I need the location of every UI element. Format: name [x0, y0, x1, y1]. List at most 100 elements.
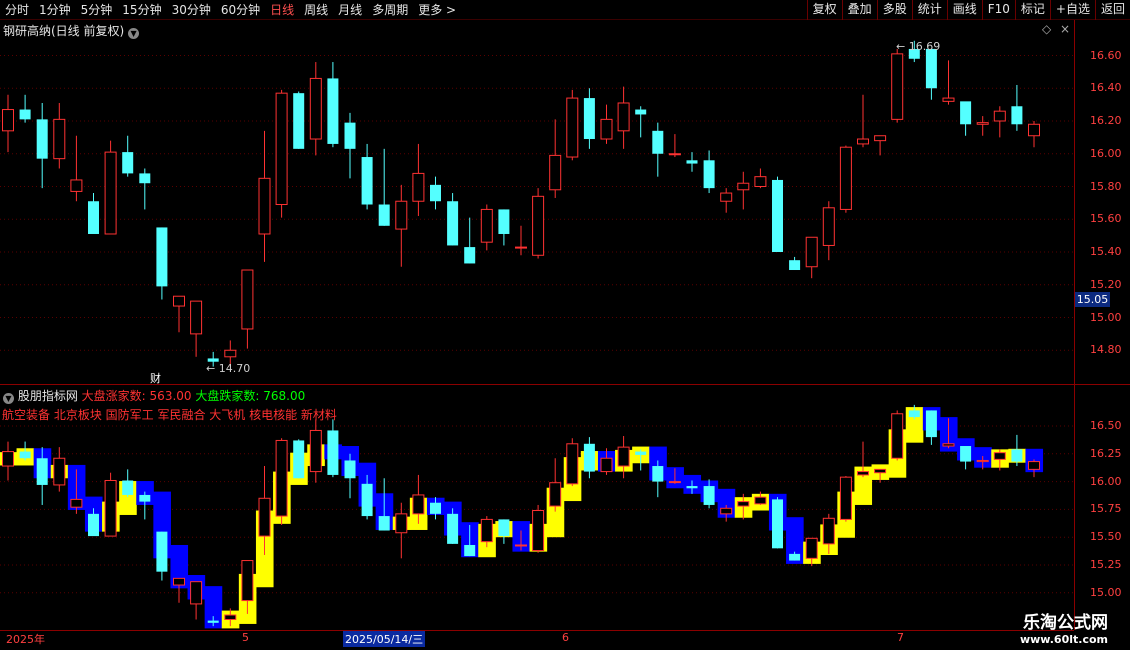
indicator-candle-body	[549, 482, 562, 507]
main-candle-body	[772, 179, 783, 252]
main-candle-body	[668, 153, 681, 156]
indicator-y-tick: 15.50	[1090, 530, 1122, 544]
indicator-candle-body	[515, 544, 527, 547]
indicator-candle-body	[703, 486, 715, 505]
indicator-candle-body	[173, 577, 185, 586]
main-candle-body	[789, 260, 801, 271]
main-candle-body	[309, 77, 322, 140]
indicator-candle-body	[925, 410, 937, 438]
indicator-candle-body	[720, 507, 733, 515]
indicator-candle-body	[19, 451, 31, 459]
tool-button-8[interactable]: 返回	[1094, 0, 1130, 20]
indicator-candle-body	[2, 451, 14, 467]
main-y-tick: 15.20	[1090, 277, 1122, 291]
main-candle-body	[549, 154, 562, 191]
indicator-candle-body	[789, 553, 801, 561]
main-candle-body	[361, 157, 373, 205]
main-candle-body	[754, 176, 767, 188]
indicator-candle-body	[293, 440, 305, 479]
main-candle-body	[88, 201, 99, 234]
kline-canvas[interactable]: ← 16.69 ← 14.70 财	[0, 0, 1074, 630]
main-y-tick: 15.80	[1090, 179, 1122, 193]
indicator-candle-body	[344, 460, 356, 479]
y-axis-line	[1074, 20, 1075, 630]
indicator-candle-body	[88, 513, 99, 537]
indicator-y-tick: 15.75	[1090, 502, 1122, 516]
indicator-candle-body	[190, 581, 203, 605]
indicator-candle-body	[960, 446, 972, 462]
main-candle-body	[515, 246, 527, 249]
main-candle-body	[395, 200, 408, 230]
main-candle-body	[378, 204, 390, 226]
main-candle-body	[19, 109, 31, 120]
panel-divider[interactable]	[0, 384, 1130, 385]
indicator-candle-body	[275, 439, 288, 517]
main-candle-body	[1028, 123, 1040, 137]
indicator-y-tick: 15.25	[1090, 558, 1122, 571]
indicator-candle-body	[976, 459, 989, 463]
high-price-label: ← 16.69	[896, 40, 940, 53]
indicator-candle-body	[70, 498, 83, 508]
indicator-candle-body	[822, 517, 835, 545]
main-candle-body	[241, 269, 254, 330]
main-candle-body	[942, 97, 955, 102]
indicator-y-tick: 16.50	[1090, 419, 1122, 432]
main-candle-body	[464, 247, 476, 264]
indicator-candle-body	[993, 452, 1006, 460]
main-candle-body	[293, 93, 305, 149]
main-candle-body	[480, 208, 493, 243]
x-label-year: 2025年	[6, 633, 45, 646]
indicator-candle-body	[464, 544, 476, 557]
indicator-candle-body	[241, 560, 254, 602]
indicator-candle-body	[1011, 449, 1023, 462]
indicator-candle-body	[754, 496, 767, 505]
x-axis: 2025年 5 2025/05/14/三 6 7	[0, 630, 1074, 647]
main-candle-body	[173, 295, 185, 307]
main-candle-body	[122, 152, 134, 174]
main-candle-body	[258, 177, 271, 235]
indicator-candle-body	[327, 430, 339, 475]
main-candle-body	[976, 122, 989, 125]
main-candle-body	[822, 207, 835, 246]
main-candle-body	[498, 209, 510, 234]
main-y-tick: 16.20	[1090, 114, 1122, 127]
main-y-tick: 15.40	[1090, 245, 1122, 258]
cursor-date: 2025/05/14/三	[343, 631, 426, 647]
indicator-candle-body	[617, 446, 630, 467]
main-candle-body	[891, 53, 904, 120]
main-candle-body	[156, 227, 168, 287]
indicator-candle-body	[839, 476, 852, 520]
main-candle-body	[617, 102, 630, 132]
main-candle-body	[960, 101, 972, 125]
indicator-candle-body	[652, 466, 664, 482]
indicator-candle-body	[53, 457, 66, 486]
main-candle-body	[805, 236, 818, 268]
indicator-candle-body	[447, 513, 459, 544]
main-candle-body	[635, 109, 647, 115]
indicator-candle-body	[532, 510, 545, 552]
x-label-may: 5	[242, 631, 249, 644]
main-candle-body	[1011, 106, 1023, 125]
main-candle-body	[720, 192, 733, 202]
main-candle-body	[275, 92, 288, 206]
indicator-candle-body	[378, 516, 390, 531]
main-candle-body	[327, 78, 339, 144]
current-price-tag: 15.05	[1075, 292, 1110, 307]
low-price-label: ← 14.70	[206, 362, 250, 375]
watermark-title: 乐淘公式网	[1023, 613, 1108, 633]
main-y-tick: 16.00	[1090, 146, 1122, 160]
indicator-candle-body	[772, 499, 783, 549]
watermark-url: www.60lt.com	[1019, 633, 1108, 646]
indicator-candle-body	[395, 513, 408, 534]
main-candle-body	[532, 195, 545, 256]
indicator-candle-body	[36, 458, 48, 485]
indicator-candle-body	[668, 481, 681, 484]
main-candle-body	[104, 151, 117, 235]
main-candle-body	[686, 160, 698, 164]
indicator-candle-body	[874, 468, 887, 474]
indicator-candle-body	[104, 479, 117, 537]
main-candle-body	[2, 109, 14, 132]
indicator-candle-body	[361, 483, 373, 517]
indicator-candle-body	[122, 480, 134, 495]
indicator-candle-body	[480, 518, 493, 543]
